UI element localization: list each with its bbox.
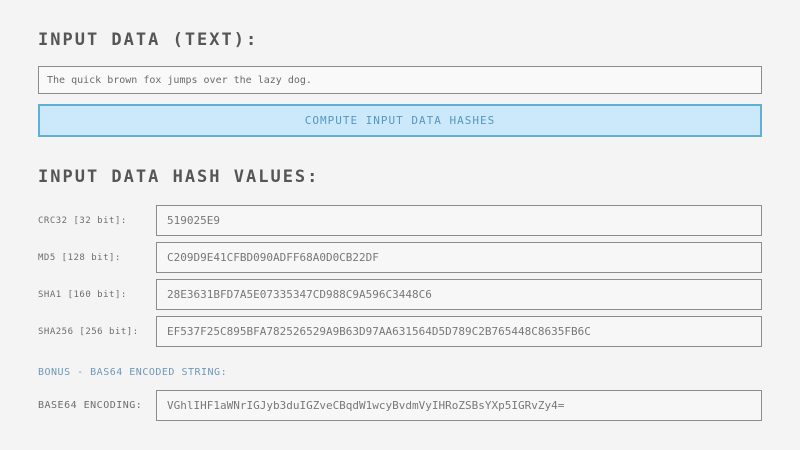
compute-hashes-button[interactable]: COMPUTE INPUT DATA HASHES [38,104,762,137]
hash-row-sha1: SHA1 [160 bit]: [38,279,762,310]
input-data-field[interactable] [38,66,762,94]
sha1-value-field[interactable] [156,279,762,310]
sha256-value-field[interactable] [156,316,762,347]
bonus-base64-title: BONUS - BAS64 ENCODED STRING: [38,367,762,378]
crc32-label: CRC32 [32 bit]: [38,216,156,226]
hash-tool-page: INPUT DATA (TEXT): COMPUTE INPUT DATA HA… [0,0,800,450]
sha256-label: SHA256 [256 bit]: [38,327,156,337]
md5-label: MD5 [128 bit]: [38,253,156,263]
base64-label: BASE64 ENCODING: [38,400,156,411]
hash-row-md5: MD5 [128 bit]: [38,242,762,273]
crc32-value-field[interactable] [156,205,762,236]
sha1-label: SHA1 [160 bit]: [38,290,156,300]
md5-value-field[interactable] [156,242,762,273]
hash-row-sha256: SHA256 [256 bit]: [38,316,762,347]
input-data-title: INPUT DATA (TEXT): [38,30,762,50]
hash-row-base64: BASE64 ENCODING: [38,390,762,421]
base64-value-field[interactable] [156,390,762,421]
hash-values-title: INPUT DATA HASH VALUES: [38,167,762,187]
hash-row-crc32: CRC32 [32 bit]: [38,205,762,236]
